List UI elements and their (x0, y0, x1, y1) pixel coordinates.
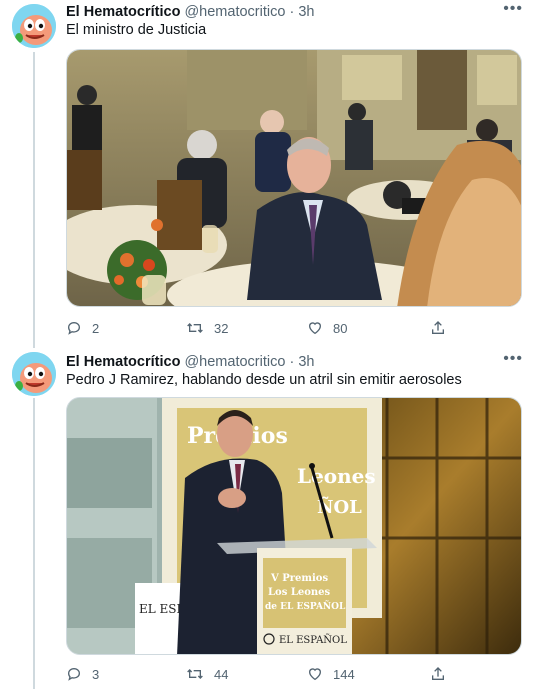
like-button[interactable]: 144 (307, 664, 355, 684)
reply-button[interactable]: 3 (66, 664, 99, 684)
timestamp[interactable]: 3h (298, 4, 314, 20)
share-button[interactable] (430, 664, 446, 684)
retweet-count: 32 (214, 320, 229, 336)
avatar[interactable] (12, 352, 56, 396)
like-button[interactable]: 80 (307, 318, 347, 338)
photo-minister-at-event (67, 50, 521, 306)
tweet-header: El Hematocrítico @hematocritico · 3h (66, 4, 525, 22)
podium-logo: EL ESPAÑOL (279, 634, 347, 646)
tweet[interactable]: El Hematocrítico @hematocritico · 3h •••… (0, 350, 535, 689)
photo-speaker-at-podium: Premios Leones ÑOL EL ESPAÑOL V Premios … (67, 398, 521, 654)
heart-icon (308, 322, 322, 335)
reply-icon (67, 321, 81, 335)
separator-dot: · (289, 354, 295, 370)
tweet-text: El ministro de Justicia (66, 22, 207, 38)
timestamp[interactable]: 3h (298, 354, 314, 370)
tweet-image[interactable] (66, 49, 522, 307)
retweet-icon (187, 323, 203, 333)
banner-line2: Leones (297, 464, 376, 488)
retweet-count: 44 (214, 666, 229, 682)
tweet[interactable]: El Hematocrítico @hematocritico · 3h •••… (0, 0, 535, 345)
tweet-image[interactable]: Premios Leones ÑOL EL ESPAÑOL V Premios … (66, 397, 522, 655)
author-handle[interactable]: @hematocritico (184, 4, 285, 20)
share-button[interactable] (430, 318, 446, 338)
retweet-button[interactable]: 32 (186, 318, 228, 338)
tweet-actions: 2 32 80 (66, 318, 466, 338)
avatar[interactable] (12, 4, 56, 48)
podium-line1: V Premios (270, 573, 328, 584)
retweet-button[interactable]: 44 (186, 664, 228, 684)
reply-count: 2 (92, 320, 100, 336)
like-count: 144 (333, 666, 355, 682)
author-name[interactable]: El Hematocrítico (66, 354, 180, 370)
podium-line2: Los Leones (268, 587, 331, 598)
author-handle[interactable]: @hematocritico (184, 354, 285, 370)
podium-line3: de EL ESPAÑOL (265, 600, 346, 612)
reply-count: 3 (92, 666, 100, 682)
retweet-icon (187, 669, 203, 679)
tweet-header: El Hematocrítico @hematocritico · 3h (66, 354, 525, 372)
more-options-icon[interactable]: ••• (503, 351, 523, 367)
share-icon (432, 321, 444, 334)
separator-dot: · (289, 4, 295, 20)
share-icon (432, 667, 444, 680)
more-options-icon[interactable]: ••• (503, 1, 523, 17)
author-name[interactable]: El Hematocrítico (66, 4, 180, 20)
tweet-actions: 3 44 144 (66, 664, 466, 684)
like-count: 80 (333, 320, 348, 336)
reply-button[interactable]: 2 (66, 318, 99, 338)
heart-icon (308, 668, 322, 681)
tweet-text: Pedro J Ramirez, hablando desde un atril… (66, 372, 462, 388)
reply-icon (67, 667, 81, 681)
